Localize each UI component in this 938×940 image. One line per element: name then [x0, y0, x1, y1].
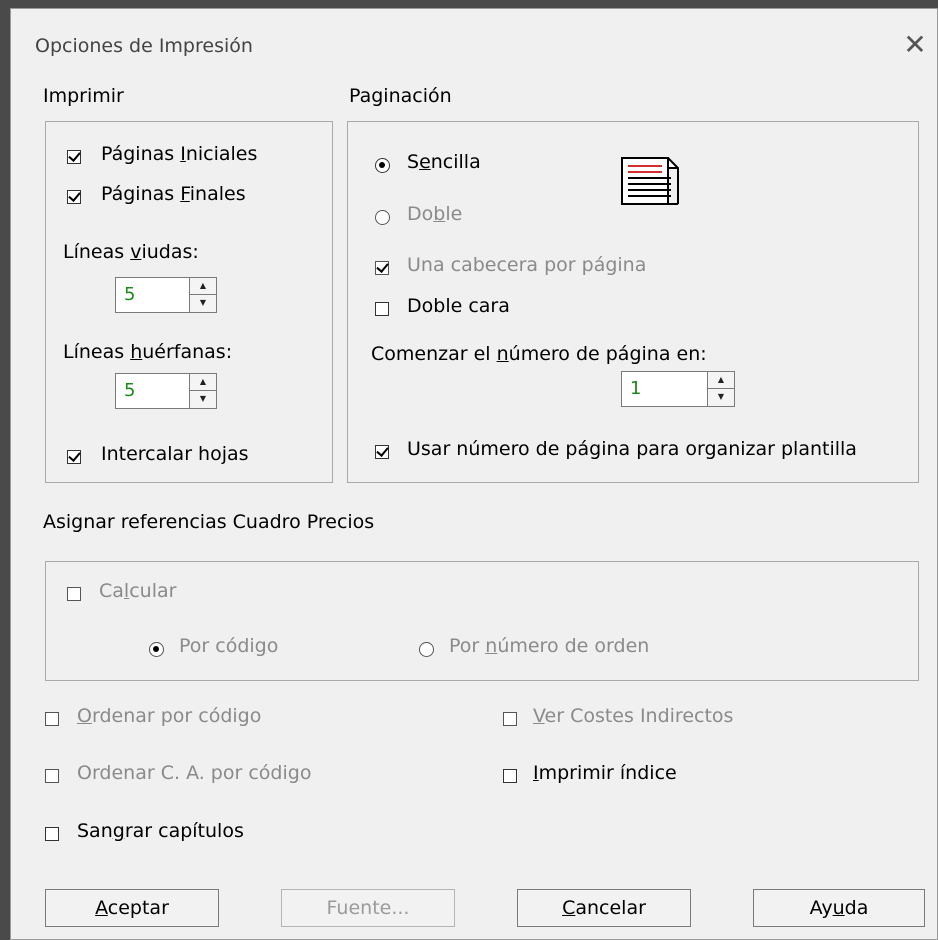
ayuda-button[interactable]: Ayuda: [753, 889, 925, 927]
lineas-viudas-spin-buttons: ▲ ▼: [189, 278, 216, 312]
lineas-huerfanas-spin-buttons: ▲ ▼: [189, 374, 216, 408]
comenzar-numero-spinner[interactable]: 1 ▲ ▼: [621, 371, 735, 407]
fuente-button[interactable]: Fuente...: [281, 889, 455, 927]
imprimir-group-label: Imprimir: [43, 85, 124, 107]
intercalar-hojas-checkbox[interactable]: [67, 450, 81, 464]
ordenar-codigo-checkbox[interactable]: [45, 712, 59, 726]
imprimir-indice-checkbox[interactable]: [503, 769, 517, 783]
doble-label[interactable]: Doble: [407, 203, 462, 225]
usar-numero-checkbox[interactable]: [375, 445, 389, 459]
paginas-iniciales-checkbox[interactable]: [67, 150, 81, 164]
doble-cara-label[interactable]: Doble cara: [407, 295, 510, 317]
doble-radio[interactable]: [375, 210, 390, 225]
usar-numero-label[interactable]: Usar número de página para organizar pla…: [407, 438, 857, 460]
ordenar-codigo-label[interactable]: Ordenar por código: [77, 705, 261, 727]
una-cabecera-label[interactable]: Una cabecera por página: [407, 254, 646, 276]
lineas-viudas-value[interactable]: 5: [124, 284, 135, 305]
sangrar-label[interactable]: Sangrar capítulos: [77, 820, 244, 842]
ver-costes-label[interactable]: Ver Costes Indirectos: [533, 705, 733, 727]
por-codigo-radio[interactable]: [149, 642, 164, 657]
sencilla-label[interactable]: Sencilla: [407, 151, 481, 173]
paginas-iniciales-label[interactable]: Páginas Iniciales: [101, 143, 257, 165]
spin-up-icon[interactable]: ▲: [190, 374, 216, 391]
close-icon[interactable]: ✕: [897, 27, 933, 63]
spin-down-icon[interactable]: ▼: [708, 389, 734, 406]
lineas-huerfanas-spinner[interactable]: 5 ▲ ▼: [115, 373, 217, 409]
lineas-huerfanas-value[interactable]: 5: [124, 380, 135, 401]
lineas-viudas-spinner[interactable]: 5 ▲ ▼: [115, 277, 217, 313]
por-numero-label[interactable]: Por número de orden: [449, 635, 649, 657]
intercalar-hojas-label[interactable]: Intercalar hojas: [101, 443, 249, 465]
sencilla-radio[interactable]: [375, 158, 390, 173]
asignar-group-label: Asignar referencias Cuadro Precios: [43, 511, 375, 533]
ordenar-ca-checkbox[interactable]: [45, 769, 59, 783]
aceptar-button[interactable]: Aceptar: [45, 889, 219, 927]
comenzar-spin-buttons: ▲ ▼: [707, 372, 734, 406]
por-numero-radio[interactable]: [419, 642, 434, 657]
document-icon: [621, 157, 679, 205]
lineas-huerfanas-label: Líneas huérfanas:: [63, 341, 233, 363]
ordenar-ca-label[interactable]: Ordenar C. A. por código: [77, 762, 311, 784]
spin-up-icon[interactable]: ▲: [708, 372, 734, 389]
sangrar-checkbox[interactable]: [45, 827, 59, 841]
spin-down-icon[interactable]: ▼: [190, 295, 216, 312]
paginas-finales-checkbox[interactable]: [67, 190, 81, 204]
asignar-group: [45, 561, 919, 681]
comenzar-numero-value[interactable]: 1: [630, 378, 641, 399]
por-codigo-label[interactable]: Por código: [179, 635, 278, 657]
una-cabecera-checkbox[interactable]: [375, 261, 389, 275]
ver-costes-checkbox[interactable]: [503, 712, 517, 726]
dialog-title: Opciones de Impresión: [35, 35, 253, 57]
doble-cara-checkbox[interactable]: [375, 302, 389, 316]
lineas-viudas-label: Líneas viudas:: [63, 241, 199, 263]
imprimir-indice-label[interactable]: Imprimir índice: [533, 762, 677, 784]
paginacion-group-label: Paginación: [349, 85, 452, 107]
spin-up-icon[interactable]: ▲: [190, 278, 216, 295]
calcular-label[interactable]: Calcular: [99, 580, 176, 602]
comenzar-numero-label: Comenzar el número de página en:: [371, 343, 707, 365]
paginas-finales-label[interactable]: Páginas Finales: [101, 183, 246, 205]
print-options-dialog: Opciones de Impresión ✕ Imprimir Páginas…: [10, 8, 938, 940]
spin-down-icon[interactable]: ▼: [190, 391, 216, 408]
cancelar-button[interactable]: Cancelar: [517, 889, 691, 927]
calcular-checkbox[interactable]: [67, 587, 81, 601]
